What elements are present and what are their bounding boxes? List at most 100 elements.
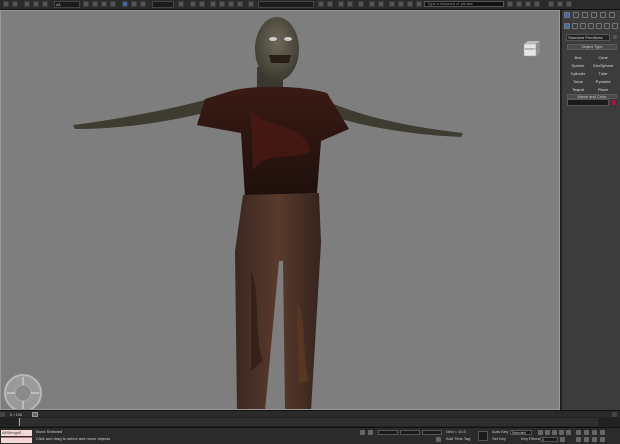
select-and-scale-icon[interactable] [140, 1, 146, 7]
align-icon[interactable] [327, 1, 333, 7]
mirror-icon[interactable] [318, 1, 324, 7]
search-input[interactable]: Type a keyword or phrase [424, 1, 504, 7]
render-production-icon[interactable] [416, 1, 422, 7]
curve-editor-icon[interactable] [369, 1, 375, 7]
link-icon[interactable] [24, 1, 30, 7]
select-and-rotate-icon[interactable] [131, 1, 137, 7]
time-configuration-icon[interactable] [560, 437, 565, 442]
undo-icon[interactable] [3, 1, 9, 7]
angle-snap-icon[interactable] [219, 1, 225, 7]
zoom-extents-icon[interactable] [592, 430, 597, 435]
graphite-ribbon-icon[interactable] [358, 1, 364, 7]
go-to-start-icon[interactable] [538, 430, 543, 435]
cylinder-button[interactable]: Cylinder [567, 70, 589, 77]
zombie-character-model[interactable] [1, 11, 560, 410]
create-tab-icon[interactable] [564, 12, 570, 18]
maximize-icon[interactable] [557, 1, 563, 7]
close-icon[interactable] [566, 1, 572, 7]
time-tag-icon[interactable] [436, 437, 441, 442]
torus-button[interactable]: Torus [567, 78, 589, 85]
material-editor-icon[interactable] [389, 1, 395, 7]
z-coordinate-field[interactable] [422, 430, 442, 435]
geosphere-button[interactable]: GeoSphere [592, 62, 614, 69]
object-color-swatch[interactable] [611, 99, 617, 106]
maximize-viewport-icon[interactable] [600, 437, 605, 442]
primitive-category-dropdown[interactable]: Standard Primitives [566, 34, 610, 41]
zoom-all-icon[interactable] [584, 430, 589, 435]
motion-tab-icon[interactable] [591, 12, 597, 18]
select-and-move-icon[interactable] [122, 1, 128, 7]
maxscript-output-field[interactable] [1, 437, 32, 443]
minimize-icon[interactable] [548, 1, 554, 7]
zoom-icon[interactable] [576, 430, 581, 435]
viewcube[interactable]: FRONT [521, 39, 543, 59]
y-coordinate-field[interactable] [400, 430, 420, 435]
next-key-icon[interactable] [559, 430, 564, 435]
percent-snap-icon[interactable] [228, 1, 234, 7]
add-time-tag-button[interactable]: Add Time Tag [446, 436, 470, 442]
helpers-icon[interactable] [596, 23, 602, 29]
pan-view-icon[interactable] [584, 437, 589, 442]
layer-explorer-icon[interactable] [347, 1, 353, 7]
spinner-snap-icon[interactable] [237, 1, 243, 7]
reference-coordinate-dropdown[interactable] [152, 1, 174, 8]
edit-named-selection-icon[interactable] [248, 1, 254, 7]
geometry-icon[interactable] [564, 23, 570, 29]
lock-selection-icon[interactable] [360, 430, 365, 435]
pivot-center-icon[interactable] [178, 1, 184, 7]
utilities-tab-icon[interactable] [609, 12, 615, 18]
redo-icon[interactable] [12, 1, 18, 7]
window-crossing-icon[interactable] [110, 1, 116, 7]
track-bar[interactable] [0, 417, 620, 427]
communication-center-icon[interactable] [516, 1, 522, 7]
select-by-name-icon[interactable] [92, 1, 98, 7]
steering-wheel-icon[interactable] [3, 373, 43, 409]
modify-tab-icon[interactable] [573, 12, 579, 18]
selection-filter-dropdown[interactable]: All [54, 1, 80, 8]
go-to-end-icon[interactable] [566, 430, 571, 435]
favorites-icon[interactable] [525, 1, 531, 7]
schematic-view-icon[interactable] [378, 1, 384, 7]
snaps-toggle-icon[interactable] [210, 1, 216, 7]
current-frame-field[interactable]: 0 [540, 437, 558, 442]
object-name-field[interactable] [567, 99, 609, 106]
orbit-icon[interactable] [592, 437, 597, 442]
cameras-icon[interactable] [588, 23, 594, 29]
systems-icon[interactable] [612, 23, 618, 29]
auto-key-button[interactable]: Auto Key [492, 429, 508, 435]
named-selection-sets-dropdown[interactable] [258, 1, 314, 8]
object-type-rollout-header[interactable]: Object Type [567, 44, 617, 50]
set-key-icon[interactable] [478, 431, 488, 441]
maxscript-listener-field[interactable]: AllStringsE... [1, 430, 32, 436]
scene-explorer-icon[interactable] [338, 1, 344, 7]
display-tab-icon[interactable] [600, 12, 606, 18]
render-setup-icon[interactable] [398, 1, 404, 7]
field-of-view-icon[interactable] [576, 437, 581, 442]
space-warps-icon[interactable] [604, 23, 610, 29]
previous-key-icon[interactable] [545, 430, 550, 435]
unlink-icon[interactable] [33, 1, 39, 7]
sphere-button[interactable]: Sphere [567, 62, 589, 69]
play-icon[interactable] [552, 430, 557, 435]
rendered-frame-window-icon[interactable] [407, 1, 413, 7]
bind-space-warp-icon[interactable] [42, 1, 48, 7]
hierarchy-tab-icon[interactable] [582, 12, 588, 18]
selection-region-icon[interactable] [101, 1, 107, 7]
select-object-icon[interactable] [83, 1, 89, 7]
chevron-down-icon[interactable] [612, 34, 618, 40]
front-viewport[interactable]: FRONT [0, 10, 560, 410]
x-coordinate-field[interactable] [378, 430, 398, 435]
search-icon[interactable] [507, 1, 513, 7]
cone-button[interactable]: Cone [592, 54, 614, 61]
tube-button[interactable]: Tube [592, 70, 614, 77]
set-key-button[interactable]: Set Key [492, 436, 506, 442]
zoom-extents-all-icon[interactable] [600, 430, 605, 435]
keyboard-shortcut-override-icon[interactable] [199, 1, 205, 7]
help-icon[interactable] [534, 1, 540, 7]
box-button[interactable]: Box [567, 54, 589, 61]
pyramid-button[interactable]: Pyramid [592, 78, 614, 85]
plane-button[interactable]: Plane [592, 86, 614, 93]
shapes-icon[interactable] [572, 23, 578, 29]
key-mode-dropdown[interactable]: Selected [510, 430, 532, 435]
select-manipulate-icon[interactable] [190, 1, 196, 7]
